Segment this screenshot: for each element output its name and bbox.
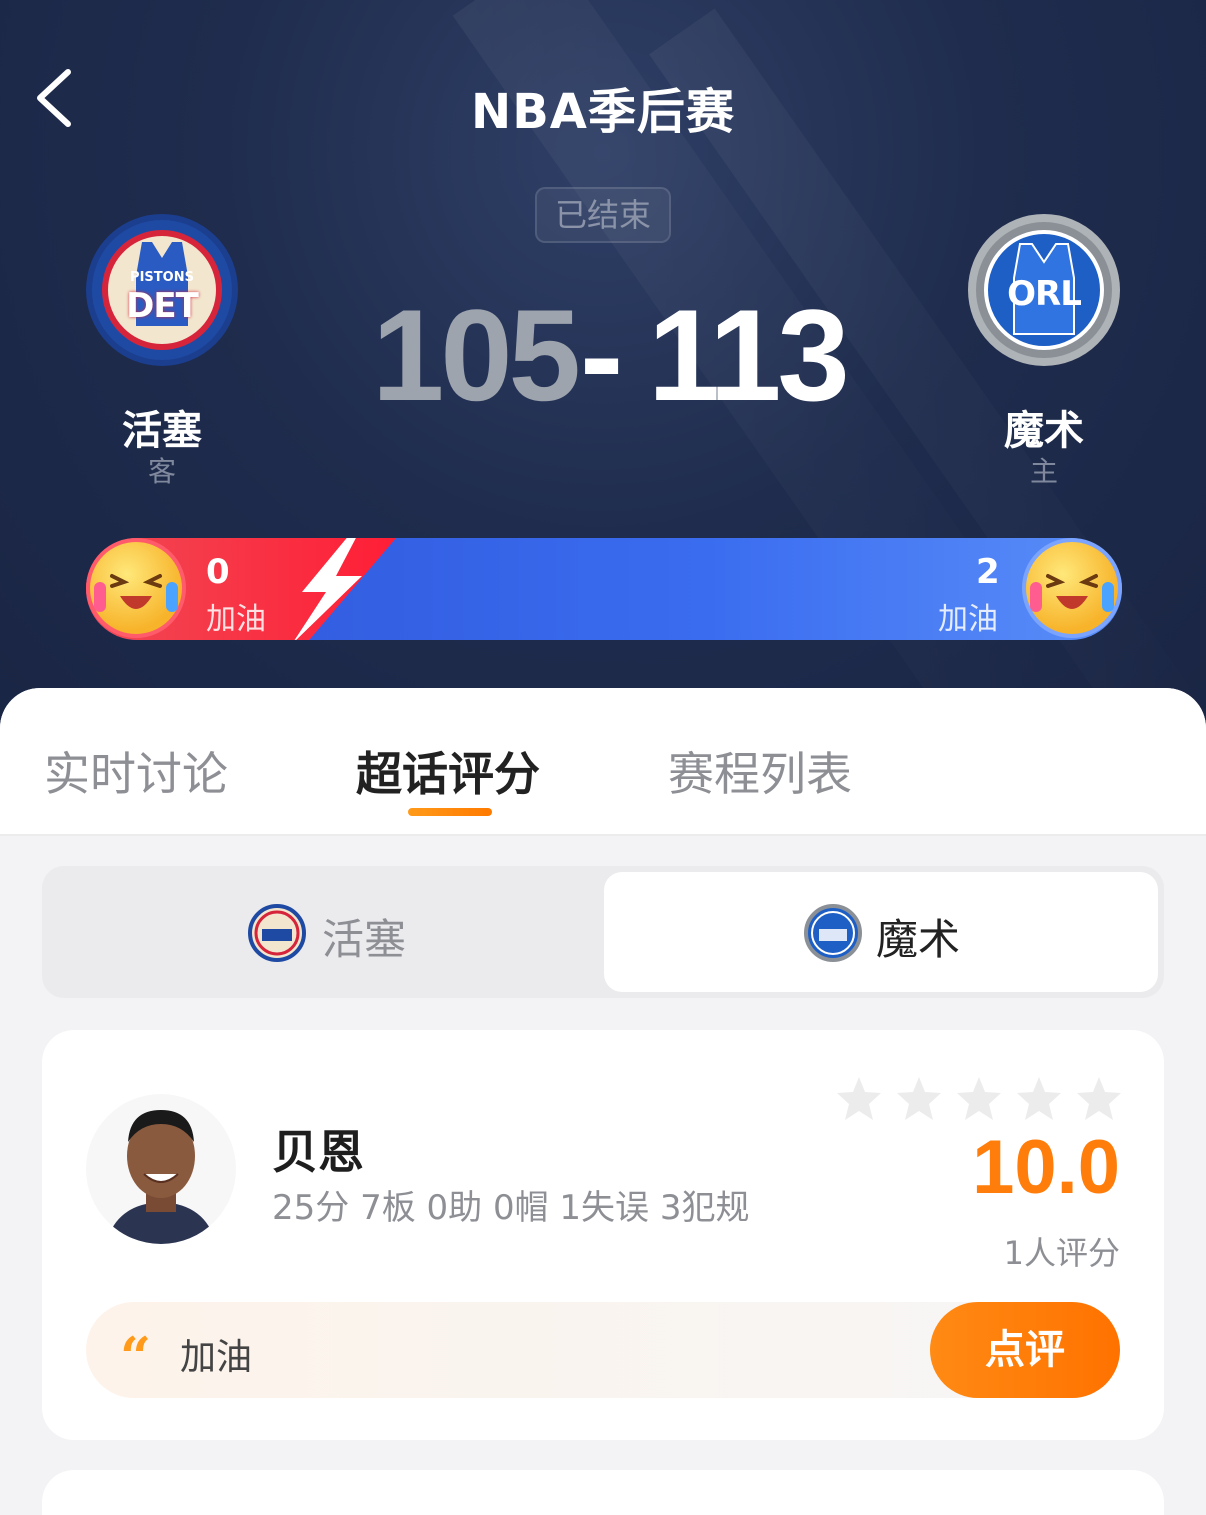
quote-icon: “ [120, 1325, 152, 1389]
star-icon[interactable] [1074, 1074, 1124, 1124]
star-icon[interactable] [1014, 1074, 1064, 1124]
match-status-badge: 已结束 [535, 187, 671, 243]
team-switch-home-label: 魔术 [876, 915, 961, 964]
star-icon[interactable] [894, 1074, 944, 1124]
home-team-name: 魔术 [1004, 408, 1084, 454]
player-name: 贝恩 [272, 1125, 364, 1179]
top-comment-text: 加油 [180, 1337, 253, 1378]
active-tab-indicator [408, 808, 492, 816]
star-icon[interactable] [954, 1074, 1004, 1124]
away-cheer-button[interactable] [86, 538, 186, 638]
home-cheer-count: 2 [976, 552, 1000, 592]
home-score: 113 [648, 282, 850, 428]
lightning-icon [294, 538, 362, 640]
home-cheer-label: 加油 [938, 602, 998, 637]
rating-count: 1人评分 [1003, 1234, 1120, 1272]
tab-schedule[interactable]: 赛程列表 [668, 738, 852, 804]
player-rating-card[interactable]: 贝恩 25分 7板 0助 0帽 1失误 3犯规 10.0 1人评分 “ 加油 点… [42, 1030, 1164, 1440]
away-team-name: 活塞 [122, 408, 202, 454]
away-team-logo[interactable]: PISTONS DET [86, 214, 238, 366]
content-panel: 实时讨论 超话评分 赛程列表 活塞 魔术 贝恩 25分 7板 0助 0帽 1失误… [0, 688, 1206, 1515]
team-switch-away[interactable]: 活塞 [48, 872, 602, 992]
home-team-role: 主 [1029, 455, 1058, 488]
tab-live-discussion[interactable]: 实时讨论 [44, 738, 228, 804]
magic-mini-logo-icon [804, 904, 862, 962]
team-switch-away-label: 活塞 [322, 915, 407, 964]
star-icon[interactable] [834, 1074, 884, 1124]
laughing-emoji-icon [1030, 574, 1114, 612]
home-team-logo[interactable]: ORL [968, 214, 1120, 366]
home-cheer-button[interactable] [1022, 538, 1122, 638]
score-separator: - [580, 282, 623, 428]
away-score: 105 [372, 282, 581, 428]
player-rating-score: 10.0 [972, 1125, 1120, 1210]
tab-bar: 实时讨论 超话评分 赛程列表 [0, 688, 1206, 836]
page-title: NBA季后赛 [471, 84, 735, 140]
team-switch-home[interactable]: 魔术 [604, 872, 1158, 992]
away-cheer-label: 加油 [206, 602, 266, 637]
pistons-logo-icon: PISTONS DET [102, 230, 222, 350]
rating-stars[interactable] [834, 1074, 1134, 1124]
cheer-bar: 0 加油 2 加油 [86, 538, 1122, 640]
player-avatar[interactable] [86, 1094, 236, 1244]
away-cheer-count: 0 [206, 552, 230, 592]
team-switch: 活塞 魔术 [42, 866, 1164, 998]
magic-logo-icon: ORL [984, 230, 1104, 350]
laughing-emoji-icon [94, 574, 178, 612]
player-stats: 25分 7板 0助 0帽 1失误 3犯规 [272, 1188, 750, 1228]
match-header: NBA季后赛 已结束 PISTONS DET 活塞 客 105 - 113 OR… [0, 0, 1206, 760]
tab-player-rating[interactable]: 超话评分 [356, 738, 540, 804]
away-team-role: 客 [147, 455, 176, 488]
player-rating-card-next[interactable] [42, 1470, 1164, 1515]
review-button[interactable]: 点评 [930, 1302, 1120, 1398]
pistons-mini-logo-icon [248, 904, 306, 962]
